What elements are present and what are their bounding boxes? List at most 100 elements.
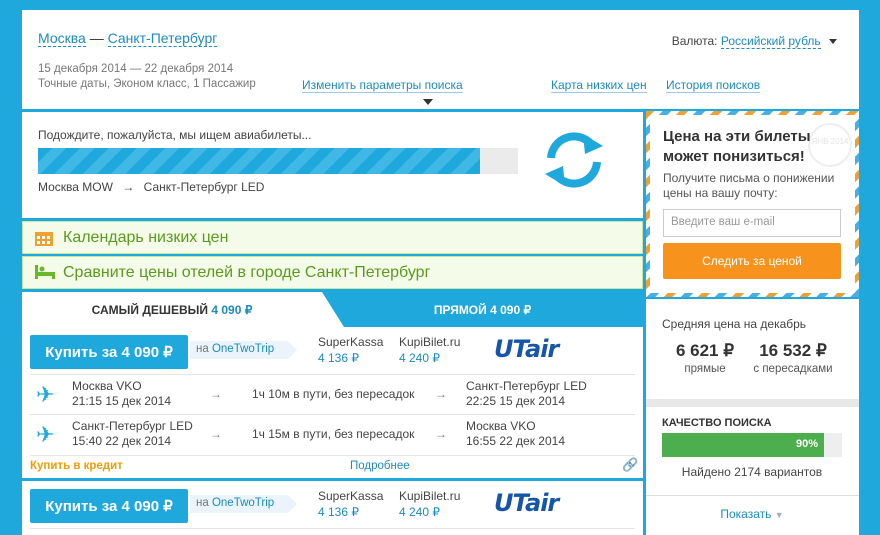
hotels-banner[interactable]: Сравните цены отелей в городе Санкт-Пете…: [22, 256, 643, 289]
caret-pointer-icon: [423, 99, 433, 105]
tab-cheapest[interactable]: САМЫЙ ДЕШЕВЫЙ 4 090 ₽: [22, 292, 322, 327]
price-alert-title: Цена на эти билеты может понизиться!: [663, 127, 811, 167]
alt-offer-price[interactable]: 4 136 ₽: [318, 350, 383, 366]
route-dash: —: [89, 30, 104, 46]
agency-prefix: на: [196, 497, 209, 509]
search-history-link[interactable]: История поисков: [666, 78, 761, 93]
ticket-card: Купить за 4 090 ₽ на OneTwoTrip SuperKas…: [22, 481, 643, 535]
airline-logo: UTair: [494, 489, 559, 517]
progress-bar: [38, 148, 518, 174]
avg-transfer-price: 16 532 ₽: [759, 341, 827, 360]
route-iata: Москва MOW → Санкт-Петербург LED: [38, 180, 264, 194]
alt-offer-name: SuperKassa: [318, 335, 384, 349]
alt-offer[interactable]: KupiBilet.ru 4 240 ₽: [399, 488, 460, 520]
calendar-icon: [35, 232, 53, 246]
currency-value[interactable]: Российский рубль: [720, 34, 821, 49]
link-icon[interactable]: 🔗: [622, 457, 638, 473]
alt-offer-name: SuperKassa: [318, 489, 384, 503]
divider: [30, 374, 635, 375]
refresh-icon: [545, 132, 603, 188]
price-alert-title-line: Цена на эти билеты: [663, 128, 811, 145]
track-price-button[interactable]: Следить за ценой: [663, 243, 841, 279]
leg-arr-time: 16:55 22 дек 2014: [466, 434, 565, 448]
show-more-label: Показать: [720, 507, 772, 521]
search-stats-panel: Средняя цена на декабрь 6 621 ₽ прямые 1…: [646, 299, 859, 535]
route-from-iata: Москва MOW: [38, 180, 113, 194]
divider: [646, 495, 859, 496]
price-alert-panel: ЯНВ 2014 Цена на эти билеты может понизи…: [646, 111, 859, 297]
route-arrow: →: [122, 180, 135, 194]
divider: [646, 399, 859, 407]
tab-cheapest-label: САМЫЙ ДЕШЕВЫЙ: [91, 303, 209, 317]
search-dates: 15 декабря 2014 — 22 декабря 2014: [38, 63, 234, 75]
leg-from: Санкт-Петербург LED: [72, 419, 193, 433]
low-price-map-link[interactable]: Карта низких цен: [551, 78, 647, 93]
search-progress-panel: Подождите, пожалуйста, мы ищем авиабилет…: [22, 112, 643, 218]
leg-arrival: Санкт-Петербург LED 22:25 15 дек 2014: [466, 379, 587, 409]
currency-selector[interactable]: Валюта: Российский рубль: [671, 34, 837, 49]
leg-arr-time: 22:25 15 дек 2014: [466, 394, 565, 408]
result-tabs: САМЫЙ ДЕШЕВЫЙ 4 090 ₽ ПРЯМОЙ 4 090 ₽: [22, 292, 643, 327]
tab-direct-label: ПРЯМОЙ: [433, 303, 487, 317]
alt-offer-price[interactable]: 4 240 ₽: [399, 504, 460, 520]
tab-direct[interactable]: ПРЯМОЙ 4 090 ₽: [322, 292, 643, 327]
agency-name: OneTwoTrip: [211, 343, 275, 355]
alt-offer-name: KupiBilet.ru: [399, 335, 461, 349]
origin-city-link[interactable]: Москва: [38, 30, 86, 47]
alt-offer[interactable]: SuperKassa 4 136 ₽: [318, 334, 383, 366]
leg-dep-time: 21:15 15 дек 2014: [72, 394, 171, 408]
leg-dep-time: 15:40 22 дек 2014: [72, 434, 171, 448]
currency-label: Валюта:: [671, 34, 718, 48]
agency-name: OneTwoTrip: [211, 497, 275, 509]
divider: [30, 528, 635, 529]
alt-offer-price[interactable]: 4 240 ₽: [399, 350, 460, 366]
hotels-banner-label: Сравните цены отелей в городе Санкт-Пете…: [63, 264, 431, 281]
avg-transfer-label: с пересадками: [753, 363, 833, 375]
buy-button[interactable]: Купить за 4 090 ₽: [30, 489, 188, 523]
agency-tag: на OneTwoTrip: [190, 495, 297, 513]
search-header: Москва — Санкт-Петербург 15 декабря 2014…: [22, 10, 859, 109]
ticket-card: Купить за 4 090 ₽ на OneTwoTrip SuperKas…: [22, 327, 643, 478]
alt-offer[interactable]: SuperKassa 4 136 ₽: [318, 488, 383, 520]
arrow-right-icon: →: [435, 387, 447, 401]
search-options: Точные даты, Эконом класс, 1 Пассажир: [38, 78, 256, 90]
email-field[interactable]: Введите ваш e-mail: [663, 209, 841, 237]
alt-offer[interactable]: KupiBilet.ru 4 240 ₽: [399, 334, 460, 366]
progress-bar-fill: [38, 148, 480, 174]
arrow-right-icon: →: [435, 427, 447, 441]
airplane-icon: ✈: [36, 382, 55, 407]
price-alert-inner: ЯНВ 2014 Цена на эти билеты может понизи…: [650, 115, 855, 293]
divider: [30, 414, 635, 415]
arrow-right-icon: →: [210, 387, 222, 401]
quality-bar-fill: 90%: [662, 433, 824, 457]
bed-icon: [35, 265, 55, 279]
search-details: 15 декабря 2014 — 22 декабря 2014 Точные…: [38, 62, 256, 92]
found-count: Найдено 2174 вариантов: [681, 465, 823, 479]
route-to-iata: Санкт-Петербург LED: [143, 180, 265, 194]
leg-duration: 1ч 10м в пути, без пересадок: [252, 387, 415, 401]
buy-button[interactable]: Купить за 4 090 ₽: [30, 335, 188, 369]
chevron-down-icon: ▼: [774, 510, 784, 520]
postmark-stamp: ЯНВ 2014: [808, 123, 852, 167]
leg-departure: Москва VKO 21:15 15 дек 2014: [72, 379, 171, 409]
alt-offer-price[interactable]: 4 136 ₽: [318, 504, 383, 520]
divider: [30, 455, 635, 456]
calendar-banner[interactable]: Календарь низких цен: [22, 221, 643, 254]
change-search-link[interactable]: Изменить параметры поиска: [302, 78, 463, 93]
wait-text: Подождите, пожалуйста, мы ищем авиабилет…: [38, 128, 312, 142]
avg-price-label: Средняя цена на декабрь: [662, 317, 807, 331]
show-more-button[interactable]: Показать ▼: [662, 507, 842, 521]
agency-prefix: на: [196, 343, 209, 355]
airline-logo: UTair: [494, 335, 559, 363]
leg-to: Санкт-Петербург LED: [466, 379, 587, 393]
destination-city-link[interactable]: Санкт-Петербург: [107, 30, 218, 47]
leg-departure: Санкт-Петербург LED 15:40 22 дек 2014: [72, 419, 193, 449]
tab-divider: [322, 292, 344, 327]
leg-to: Москва VKO: [466, 419, 536, 433]
buy-credit-link[interactable]: Купить в кредит: [30, 460, 123, 472]
tab-cheapest-price: 4 090 ₽: [211, 303, 253, 317]
route-title: Москва — Санкт-Петербург: [38, 30, 218, 47]
details-link[interactable]: Подробнее: [350, 460, 410, 472]
airplane-icon: ✈: [36, 422, 55, 447]
chevron-down-icon[interactable]: [829, 39, 837, 45]
